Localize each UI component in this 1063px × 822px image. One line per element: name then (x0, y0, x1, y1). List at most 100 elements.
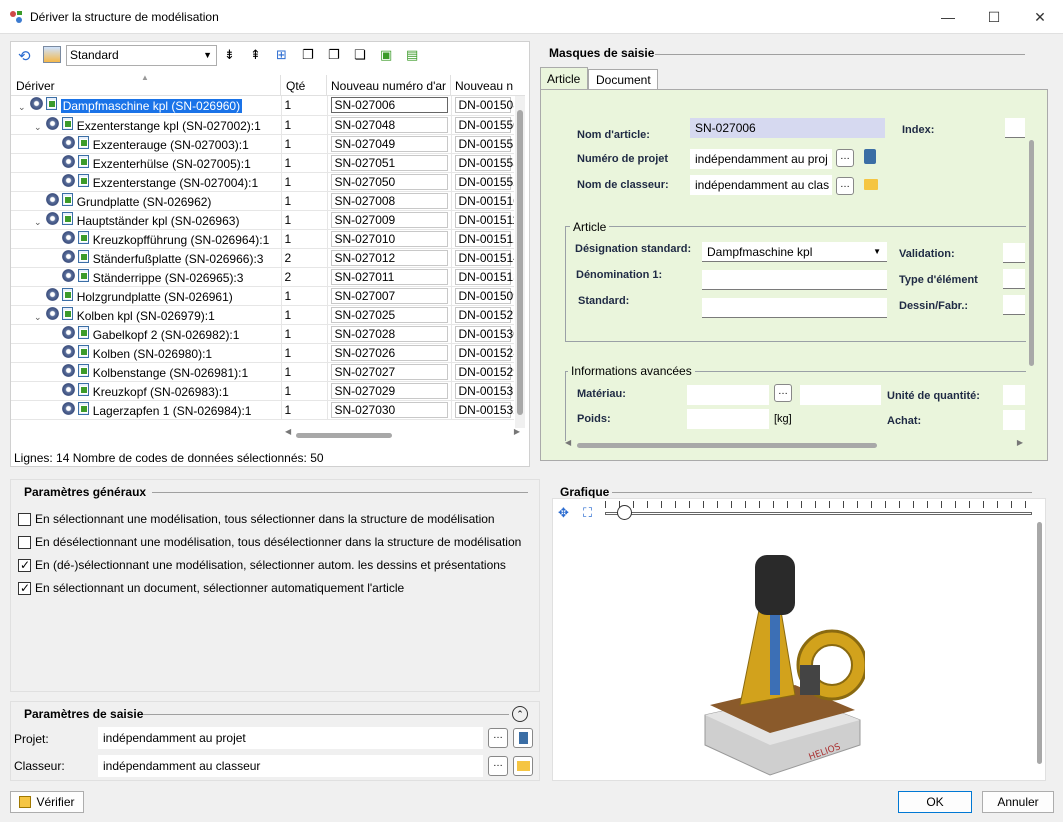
new-doc-cell[interactable]: DN-001531 (451, 381, 514, 401)
new-number-cell[interactable]: SN-027048 (327, 115, 452, 135)
new-number-cell[interactable]: SN-027008 (327, 191, 452, 211)
new-doc-cell[interactable]: DN-001510 (451, 191, 514, 211)
maximize-button[interactable]: ☐ (971, 0, 1017, 34)
tab-document[interactable]: Document (588, 69, 658, 90)
tab-article[interactable]: Article (540, 67, 588, 90)
verify-button[interactable]: Vérifier (10, 791, 84, 813)
tree-cell[interactable]: Gabelkopf 2 (SN-026982):1 (11, 324, 282, 344)
materiau-field[interactable] (687, 385, 769, 405)
ok-button[interactable]: OK (898, 791, 972, 813)
index-field[interactable] (1005, 118, 1025, 138)
new-doc-cell[interactable]: DN-001513 (451, 267, 514, 287)
new-number-cell[interactable]: SN-027012 (327, 248, 452, 268)
option-checkbox[interactable] (18, 580, 31, 596)
new-number-cell[interactable]: SN-027028 (327, 324, 452, 344)
zoom-slider[interactable] (605, 500, 1032, 522)
achat-field[interactable] (1003, 410, 1025, 430)
tree-cell[interactable]: Ständerfußplatte (SN-026966):3 (11, 248, 282, 268)
designation-select[interactable]: Dampfmaschine kpl ▼ (702, 242, 887, 262)
new-doc-cell[interactable]: DN-001550 (451, 115, 514, 135)
tree-scroll-thumb[interactable] (517, 110, 523, 415)
select-children-icon[interactable]: ⊞ (276, 47, 287, 63)
tree-cell[interactable]: Exzenterstange (SN-027004):1 (11, 172, 282, 192)
fit-view-icon[interactable]: ✥ (558, 505, 569, 521)
zoom-slider-thumb[interactable] (617, 505, 632, 520)
table-row[interactable]: Exzenterauge (SN-027003):1 1 SN-027049 DN-0… (11, 134, 514, 154)
tree-cell[interactable]: ⌄ Dampfmaschine kpl (SN-026960) (11, 96, 282, 116)
table-row[interactable]: Gabelkopf 2 (SN-026982):1 1 SN-027028 DN-00… (11, 324, 514, 344)
select-green-icon[interactable]: ▣ (380, 47, 392, 63)
collapse-all-icon[interactable]: ⇞ (250, 47, 261, 63)
table-row[interactable]: Ständerrippe (SN-026965):3 2 SN-027011 DN-0… (11, 267, 514, 287)
table-row[interactable]: Kolben (SN-026980):1 1 SN-027026 DN-001528 (11, 343, 514, 363)
collapse-icon[interactable]: ⌃ (512, 706, 528, 722)
refresh-icon[interactable]: ⟲ (18, 47, 31, 65)
tree-cell[interactable]: Exzenterhülse (SN-027005):1 (11, 153, 282, 173)
new-doc-cell[interactable]: DN-001512 (451, 229, 514, 249)
tree-cell[interactable]: Kreuzkopfführung (SN-026964):1 (11, 229, 282, 249)
copy-structure-icon[interactable]: ❐ (302, 47, 314, 63)
table-row[interactable]: ⌄ Dampfmaschine kpl (SN-026960) 1 SN-02700… (11, 96, 514, 116)
graphic-scrollbar-vertical[interactable] (1036, 520, 1044, 778)
table-row[interactable]: ⌄ Kolben kpl (SN-026979):1 1 SN-027025 DN-0… (11, 305, 514, 325)
new-number-cell[interactable]: SN-027027 (327, 362, 452, 382)
expand-toggle-icon[interactable]: ⌄ (34, 217, 46, 228)
new-number-cell[interactable]: SN-027007 (327, 286, 452, 306)
header-new-doc[interactable]: Nouveau n (451, 75, 514, 96)
project-book-icon[interactable] (864, 149, 876, 164)
general-option[interactable]: En désélectionnant une modélisation, tou… (18, 534, 521, 557)
new-number-cell[interactable]: SN-027049 (327, 134, 452, 154)
table-row[interactable]: ⌄ Hauptständer kpl (SN-026963) 1 SN-027009… (11, 210, 514, 230)
new-doc-cell[interactable]: DN-001530 (451, 324, 514, 344)
tree-scrollbar-vertical[interactable] (515, 96, 525, 428)
header-new-number[interactable]: Nouveau numéro d'ar (327, 75, 451, 96)
new-doc-cell[interactable]: DN-001528 (451, 343, 514, 363)
new-number-cell[interactable]: SN-027026 (327, 343, 452, 363)
new-doc-cell[interactable]: DN-001552 (451, 172, 514, 192)
new-number-cell[interactable]: SN-027006 (327, 96, 452, 116)
tree-cell[interactable]: ⌄ Hauptständer kpl (SN-026963) (11, 210, 282, 230)
table-row[interactable]: ⌄ Exzenterstange kpl (SN-027002):1 1 SN-02… (11, 115, 514, 135)
masks-scrollbar-horizontal[interactable]: ◀ ▶ (565, 438, 1025, 450)
new-number-cell[interactable]: SN-027025 (327, 305, 452, 325)
new-number-cell[interactable]: SN-027011 (327, 267, 452, 287)
minimize-button[interactable]: — (925, 0, 971, 34)
new-doc-cell[interactable]: DN-001514 (451, 248, 514, 268)
option-checkbox[interactable] (18, 513, 31, 527)
new-number-cell[interactable]: SN-027029 (327, 381, 452, 401)
denom-field[interactable] (702, 270, 887, 290)
new-number-cell[interactable]: SN-027050 (327, 172, 452, 192)
tree-cell[interactable]: Kreuzkopf (SN-026983):1 (11, 381, 282, 401)
copy-icon[interactable]: ❐ (328, 47, 340, 63)
tree-cell[interactable]: Grundplatte (SN-026962) (11, 191, 282, 211)
projet-field[interactable]: indépendamment au proj (690, 149, 832, 169)
standard-field[interactable] (702, 298, 887, 318)
saisie-project-book-icon[interactable] (513, 728, 533, 748)
table-row[interactable]: Holzgrundplatte (SN-026961) 1 SN-027007 DN-… (11, 286, 514, 306)
materiau-browse-button[interactable]: … (774, 384, 792, 402)
zoom-extents-icon[interactable]: ⛶ (583, 505, 592, 521)
new-doc-cell[interactable]: DN-001508 (451, 96, 514, 116)
cancel-button[interactable]: Annuler (982, 791, 1054, 813)
table-row[interactable]: Kreuzkopfführung (SN-026964):1 1 SN-027010… (11, 229, 514, 249)
nom-article-field[interactable]: SN-027006 (690, 118, 885, 138)
classeur-field[interactable]: indépendamment au clas (690, 175, 832, 195)
select-green-2-icon[interactable]: ▤ (406, 47, 418, 63)
header-deriver[interactable]: Dériver ▲ (11, 73, 281, 96)
view-icon[interactable] (43, 46, 61, 63)
tree-cell[interactable]: ⌄ Kolben kpl (SN-026979):1 (11, 305, 282, 325)
materiau-desc-field[interactable] (800, 385, 881, 405)
option-checkbox[interactable] (18, 557, 31, 573)
new-doc-cell[interactable]: DN-001509 (451, 286, 514, 306)
new-doc-cell[interactable]: DN-001553 (451, 153, 514, 173)
new-number-cell[interactable]: SN-027030 (327, 400, 452, 420)
general-option[interactable]: En sélectionnant un document, sélectionn… (18, 580, 521, 603)
saisie-projet-field[interactable]: indépendamment au projet (98, 727, 483, 749)
projet-browse-button[interactable]: … (836, 149, 854, 167)
type-field[interactable] (1003, 269, 1025, 289)
table-row[interactable]: Grundplatte (SN-026962) 1 SN-027008 DN-0015… (11, 191, 514, 211)
saisie-classeur-browse-button[interactable]: … (488, 756, 508, 776)
poids-field[interactable] (687, 409, 769, 429)
new-number-cell[interactable]: SN-027051 (327, 153, 452, 173)
folder-icon[interactable] (864, 179, 878, 190)
